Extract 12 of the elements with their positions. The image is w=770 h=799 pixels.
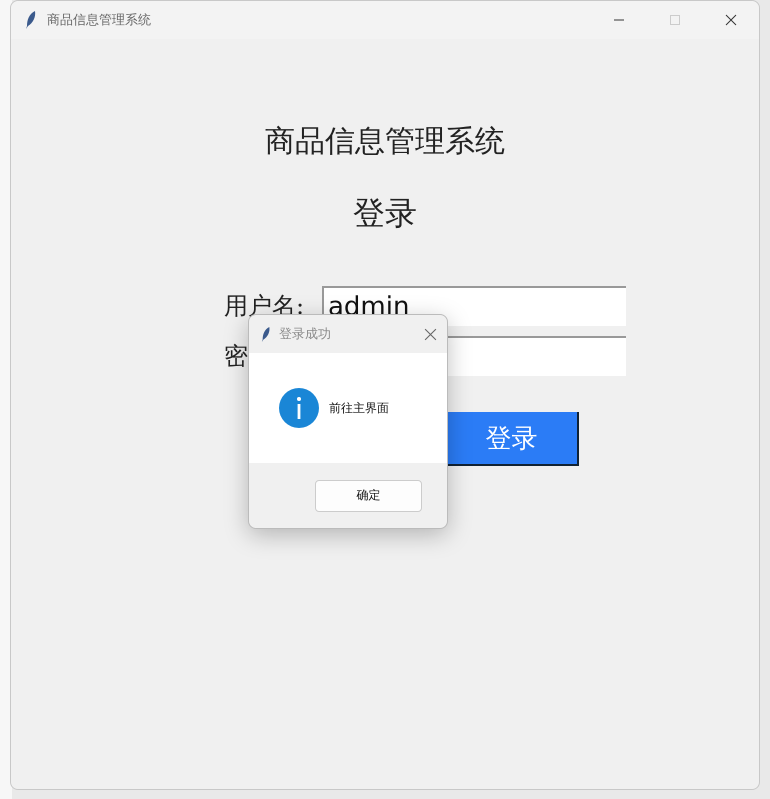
ok-button[interactable]: 确定 [315,480,422,512]
window-title: 商品信息管理系统 [47,12,151,29]
close-icon[interactable] [424,328,437,340]
login-heading: 登录 [353,193,417,234]
feather-icon [261,326,271,342]
login-button[interactable]: 登录 [446,412,579,466]
field-label: 密 [224,341,249,372]
app-heading: 商品信息管理系统 [265,123,505,161]
info-icon [279,388,319,428]
dialog-message: 前往主界面 [329,400,389,416]
dialog-title: 登录成功 [279,326,331,343]
feather-icon [25,10,37,30]
